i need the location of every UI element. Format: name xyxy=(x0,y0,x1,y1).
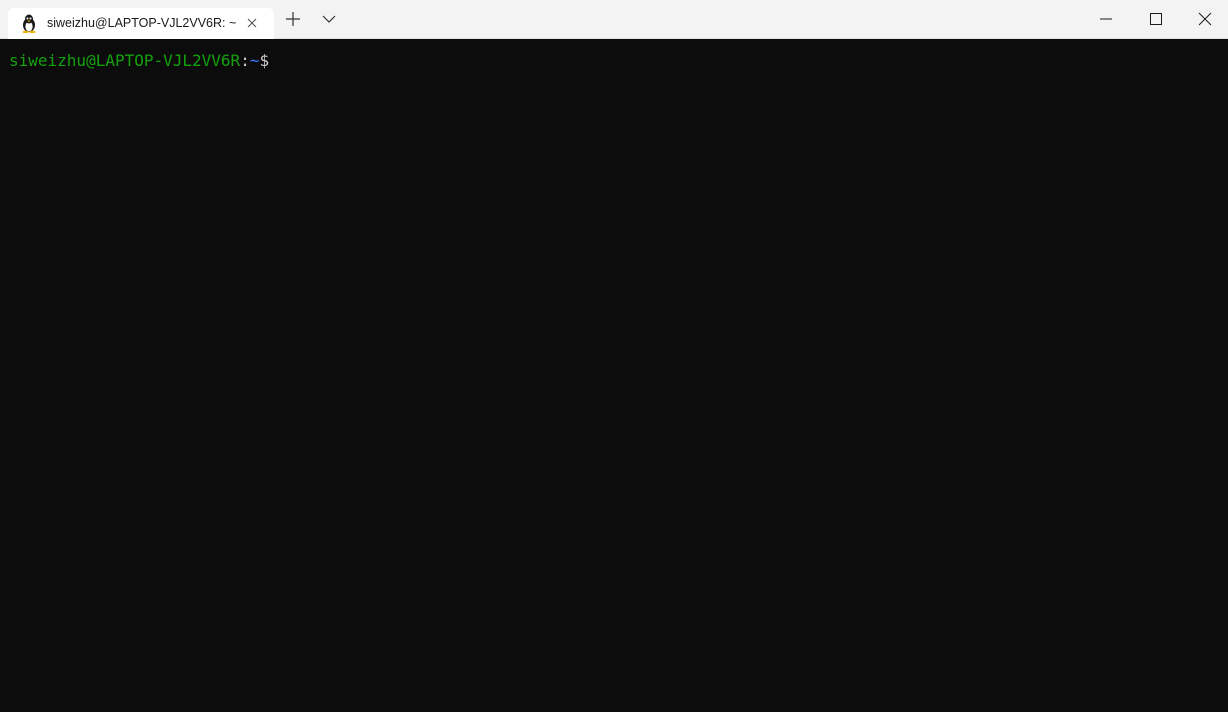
new-tab-button[interactable] xyxy=(283,9,303,29)
prompt-symbol: $ xyxy=(259,51,270,70)
profile-dropdown-button[interactable] xyxy=(320,11,338,27)
title-bar[interactable]: siweizhu@LAPTOP-VJL2VV6R: ~ xyxy=(0,0,1228,39)
close-icon xyxy=(1198,12,1212,26)
maximize-button[interactable] xyxy=(1131,0,1179,38)
chevron-down-icon xyxy=(322,15,336,23)
shell-prompt: siweizhu@LAPTOP-VJL2VV6R:~$ xyxy=(9,51,269,71)
maximize-icon xyxy=(1150,13,1162,25)
close-window-button[interactable] xyxy=(1180,0,1228,38)
tab-close-icon[interactable] xyxy=(244,15,260,31)
linux-penguin-icon xyxy=(21,14,37,34)
plus-icon xyxy=(286,12,300,26)
prompt-colon: : xyxy=(240,51,250,70)
terminal-window: siweizhu@LAPTOP-VJL2VV6R: ~ siweizhu@LAP… xyxy=(0,0,1228,712)
prompt-user-host: siweizhu@LAPTOP-VJL2VV6R xyxy=(9,51,241,70)
tab-title: siweizhu@LAPTOP-VJL2VV6R: ~ xyxy=(47,16,237,30)
minimize-button[interactable] xyxy=(1081,0,1129,38)
terminal-pane[interactable]: siweizhu@LAPTOP-VJL2VV6R:~$ xyxy=(0,39,1228,712)
tab-ubuntu-shell[interactable]: siweizhu@LAPTOP-VJL2VV6R: ~ xyxy=(8,8,274,39)
minimize-icon xyxy=(1100,18,1112,20)
